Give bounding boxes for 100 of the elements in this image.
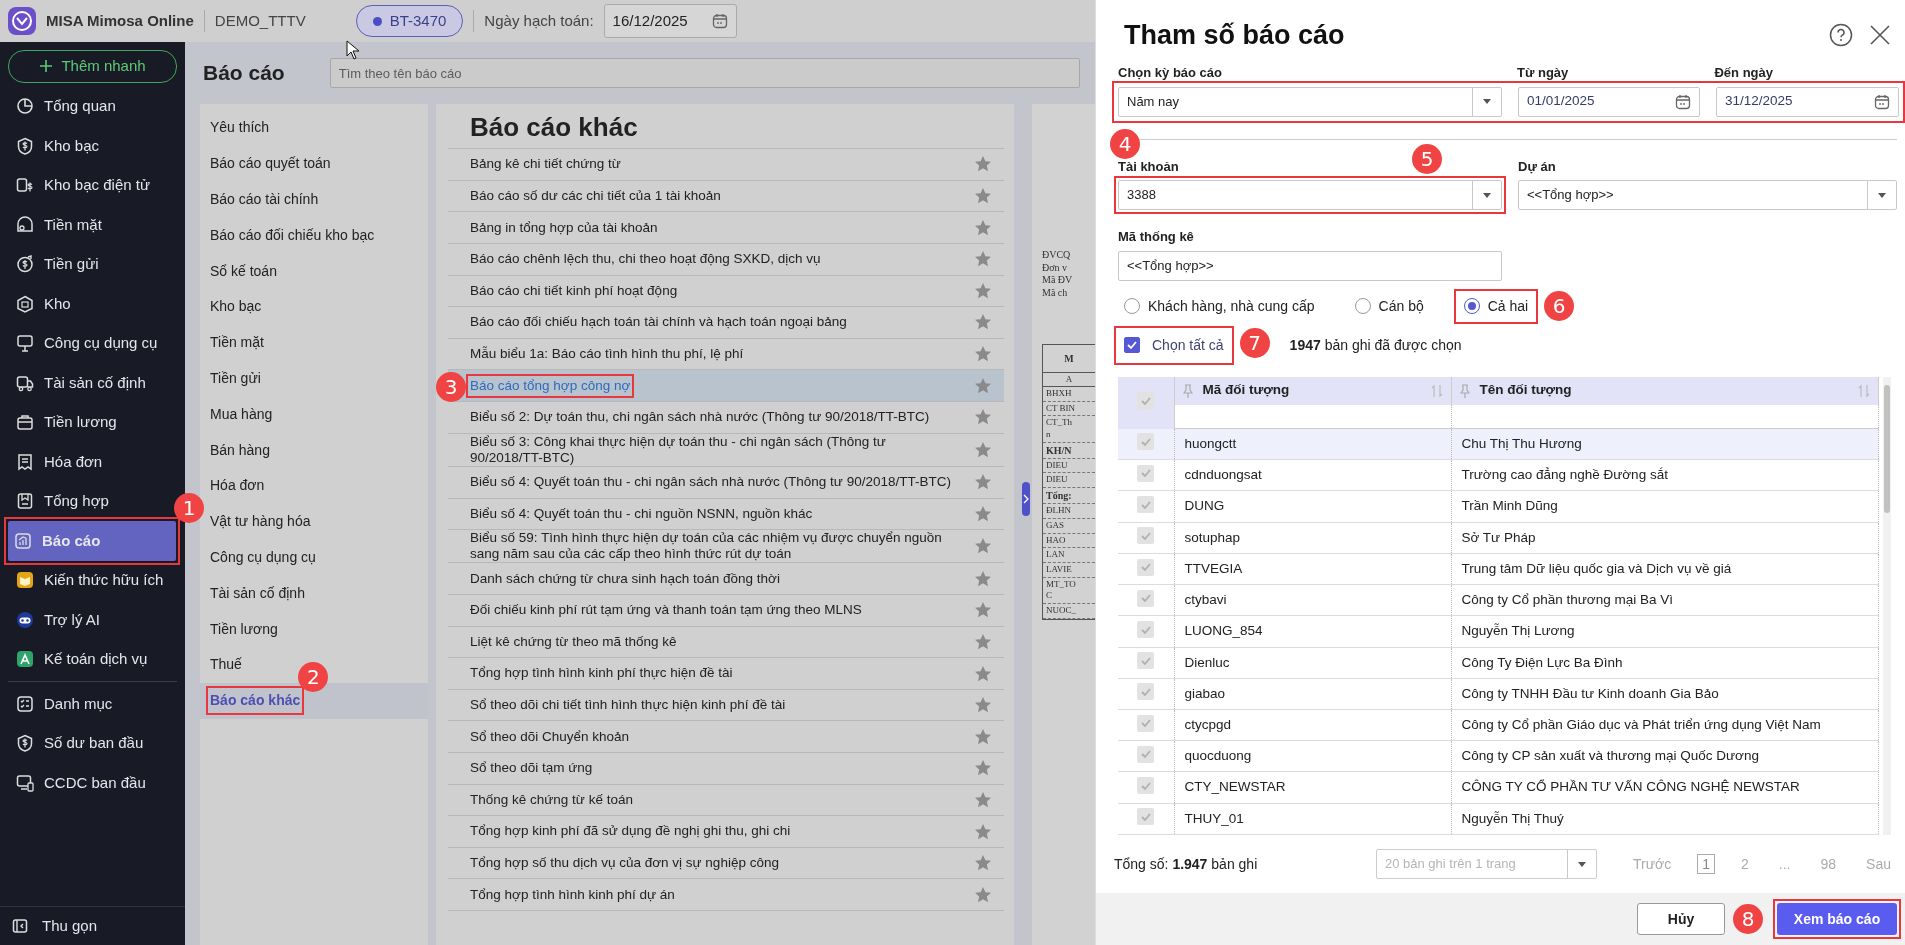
- report-item[interactable]: Bảng in tổng hợp của tài khoản: [470, 219, 658, 236]
- star-icon[interactable]: [974, 537, 992, 556]
- dropdown-field[interactable]: Năm nay: [1118, 86, 1502, 117]
- star-icon[interactable]: [974, 440, 992, 459]
- date-field[interactable]: 31/12/2025: [1716, 86, 1899, 117]
- sidebar-item[interactable]: Tổng hợp: [8, 481, 117, 521]
- star-icon[interactable]: [974, 376, 992, 395]
- report-item[interactable]: Mẫu biểu 1a: Báo cáo tình hình thu phí, lệ phí: [470, 345, 744, 363]
- star-icon[interactable]: [974, 408, 992, 427]
- input-field[interactable]: <<Tổng hợp>>: [1118, 250, 1502, 281]
- report-item[interactable]: Báo cáo số dư các chi tiết của 1 tài khoản: [470, 188, 721, 205]
- view-report-button[interactable]: Xem báo cáo: [1777, 903, 1897, 935]
- report-item[interactable]: Sổ theo dõi chi tiết tình hình thực hiện kinh phí đề tài: [470, 697, 786, 714]
- dropdown-field[interactable]: 3388: [1118, 180, 1502, 210]
- category-item[interactable]: Vật tư hàng hóa: [210, 511, 311, 533]
- category-item[interactable]: Báo cáo tài chính: [210, 189, 319, 210]
- help-button[interactable]: [1829, 23, 1853, 47]
- sidebar-item[interactable]: Kho bạc điện tử: [8, 165, 158, 205]
- date-field[interactable]: 01/01/2025: [1518, 86, 1700, 117]
- report-item[interactable]: Liệt kê chứng từ theo mã thống kê: [470, 633, 677, 651]
- date-field[interactable]: 16/12/2025: [603, 3, 737, 39]
- report-item[interactable]: Biểu số 3: Công khai thực hiện dự toán thu - chi ngân sách (Thông tư 90/2018/TT-BTC): [470, 433, 962, 466]
- row-checkbox[interactable]: [1137, 745, 1155, 763]
- category-item[interactable]: Yêu thích: [210, 117, 270, 139]
- category-item[interactable]: Sổ kế toán: [210, 260, 277, 282]
- star-icon[interactable]: [974, 822, 992, 841]
- quick-add-button[interactable]: Thêm nhanh: [8, 50, 177, 83]
- report-item[interactable]: Tổng hợp tình hình kinh phí dự án: [470, 886, 675, 903]
- filter-field[interactable]: [1451, 404, 1879, 429]
- star-icon[interactable]: [974, 313, 992, 332]
- header-checkbox[interactable]: [1137, 392, 1155, 410]
- category-item[interactable]: Hóa đơn: [210, 475, 265, 497]
- sidebar-item[interactable]: Báo cáo: [8, 521, 176, 561]
- collapse-handle[interactable]: [1022, 482, 1030, 516]
- row-checkbox[interactable]: [1137, 683, 1155, 701]
- report-item[interactable]: Báo cáo chi tiết kinh phí hoạt động: [470, 282, 678, 299]
- star-icon[interactable]: [974, 696, 992, 715]
- category-item[interactable]: Mua hàng: [210, 403, 273, 425]
- cancel-button[interactable]: Hủy: [1637, 903, 1725, 935]
- sidebar-item[interactable]: Tiền gửi: [8, 244, 107, 284]
- page-link[interactable]: 1: [1697, 854, 1716, 874]
- collapse-link[interactable]: Thu gọn: [42, 914, 98, 937]
- category-item[interactable]: Tiền lương: [210, 618, 278, 640]
- radio-button[interactable]: [1354, 298, 1371, 314]
- sidebar-item[interactable]: CCDC ban đầu: [8, 763, 154, 803]
- scrollbar[interactable]: [1883, 376, 1891, 835]
- row-checkbox[interactable]: [1137, 433, 1155, 451]
- report-item[interactable]: Báo cáo đối chiếu hạch toán tài chính và hạch toán ngoại bảng: [470, 314, 847, 331]
- report-item[interactable]: Báo cáo chênh lệch thu, chi theo hoạt động SXKD, dịch vụ: [470, 251, 821, 268]
- row-checkbox[interactable]: [1137, 464, 1155, 482]
- radio-button[interactable]: [1463, 298, 1480, 314]
- report-item[interactable]: Tổng hợp số thu dịch vụ của đơn vị sự nghiệp công: [470, 855, 779, 872]
- star-icon[interactable]: [974, 854, 992, 873]
- report-item[interactable]: Biểu số 4: Quyết toán thu - chi ngân sách nhà nước (Thông tư 90/2018/TT-BTC): [470, 474, 951, 491]
- category-item[interactable]: Báo cáo khác: [210, 690, 301, 712]
- star-icon[interactable]: [974, 632, 992, 651]
- sidebar-item[interactable]: Số dư ban đầu: [8, 723, 152, 763]
- sidebar-item[interactable]: Kho: [8, 284, 79, 324]
- tenant-pill[interactable]: BT-3470: [355, 4, 464, 38]
- star-icon[interactable]: [974, 790, 992, 809]
- row-checkbox[interactable]: [1137, 652, 1155, 670]
- star-icon[interactable]: [974, 187, 992, 206]
- category-item[interactable]: Công cụ dụng cụ: [210, 546, 316, 568]
- search-field[interactable]: Tìm theo tên báo cáo: [329, 58, 1080, 88]
- sidebar-item[interactable]: Tài sản cố định: [8, 363, 154, 403]
- row-checkbox[interactable]: [1137, 777, 1155, 795]
- category-item[interactable]: Tiền gửi: [210, 367, 261, 389]
- row-checkbox[interactable]: [1137, 558, 1155, 576]
- report-item[interactable]: Biểu số 59: Tình hình thực hiện dự toán của các nhiệm vụ được chuyển nguồn sang năm sau của các cấp theo hình thức rút dự toán: [470, 530, 962, 563]
- row-checkbox[interactable]: [1137, 808, 1155, 826]
- category-item[interactable]: Kho bạc: [210, 296, 262, 318]
- filter-field[interactable]: [1174, 404, 1451, 429]
- category-item[interactable]: Báo cáo đối chiếu kho bạc: [210, 224, 375, 246]
- star-icon[interactable]: [974, 250, 992, 269]
- row-checkbox[interactable]: [1137, 527, 1155, 545]
- category-item[interactable]: Báo cáo quyết toán: [210, 153, 331, 175]
- close-button[interactable]: [1869, 24, 1891, 46]
- row-checkbox[interactable]: [1137, 714, 1155, 732]
- report-item[interactable]: Biểu số 4: Quyết toán thu - chi nguồn NSNN, nguồn khác: [470, 505, 813, 522]
- sidebar-item[interactable]: Kho bạc: [8, 126, 108, 166]
- star-icon[interactable]: [974, 504, 992, 523]
- sidebar-item[interactable]: Trợ lý AI: [8, 600, 108, 640]
- report-item[interactable]: Sổ theo dõi Chuyển khoản: [470, 728, 630, 745]
- star-icon[interactable]: [974, 601, 992, 620]
- radio-button[interactable]: [1124, 298, 1140, 314]
- star-icon[interactable]: [974, 473, 992, 492]
- sidebar-item[interactable]: Công cụ dụng cụ: [8, 323, 166, 363]
- report-item[interactable]: Thống kê chứng từ kế toán: [470, 791, 633, 808]
- report-item[interactable]: Danh sách chứng từ chưa sinh hạch toán đồng thời: [470, 570, 780, 587]
- star-icon[interactable]: [974, 885, 992, 904]
- row-checkbox[interactable]: [1137, 589, 1155, 607]
- report-item[interactable]: Tổng hợp tình hình kinh phí thực hiện đề tài: [470, 665, 733, 682]
- sidebar-item[interactable]: Tiền lương: [8, 402, 125, 442]
- row-checkbox[interactable]: [1137, 496, 1155, 514]
- report-item[interactable]: Biểu số 2: Dự toán thu, chi ngân sách nhà nước (Thông tư 90/2018/TT-BTC): [470, 409, 930, 426]
- star-icon[interactable]: [974, 569, 992, 588]
- sidebar-item[interactable]: Tiền mặt: [8, 205, 110, 245]
- report-item[interactable]: Sổ theo dõi tạm ứng: [470, 760, 593, 777]
- sidebar-item[interactable]: Tổng quan: [8, 86, 124, 126]
- dropdown-field[interactable]: <<Tổng hợp>>: [1518, 180, 1897, 210]
